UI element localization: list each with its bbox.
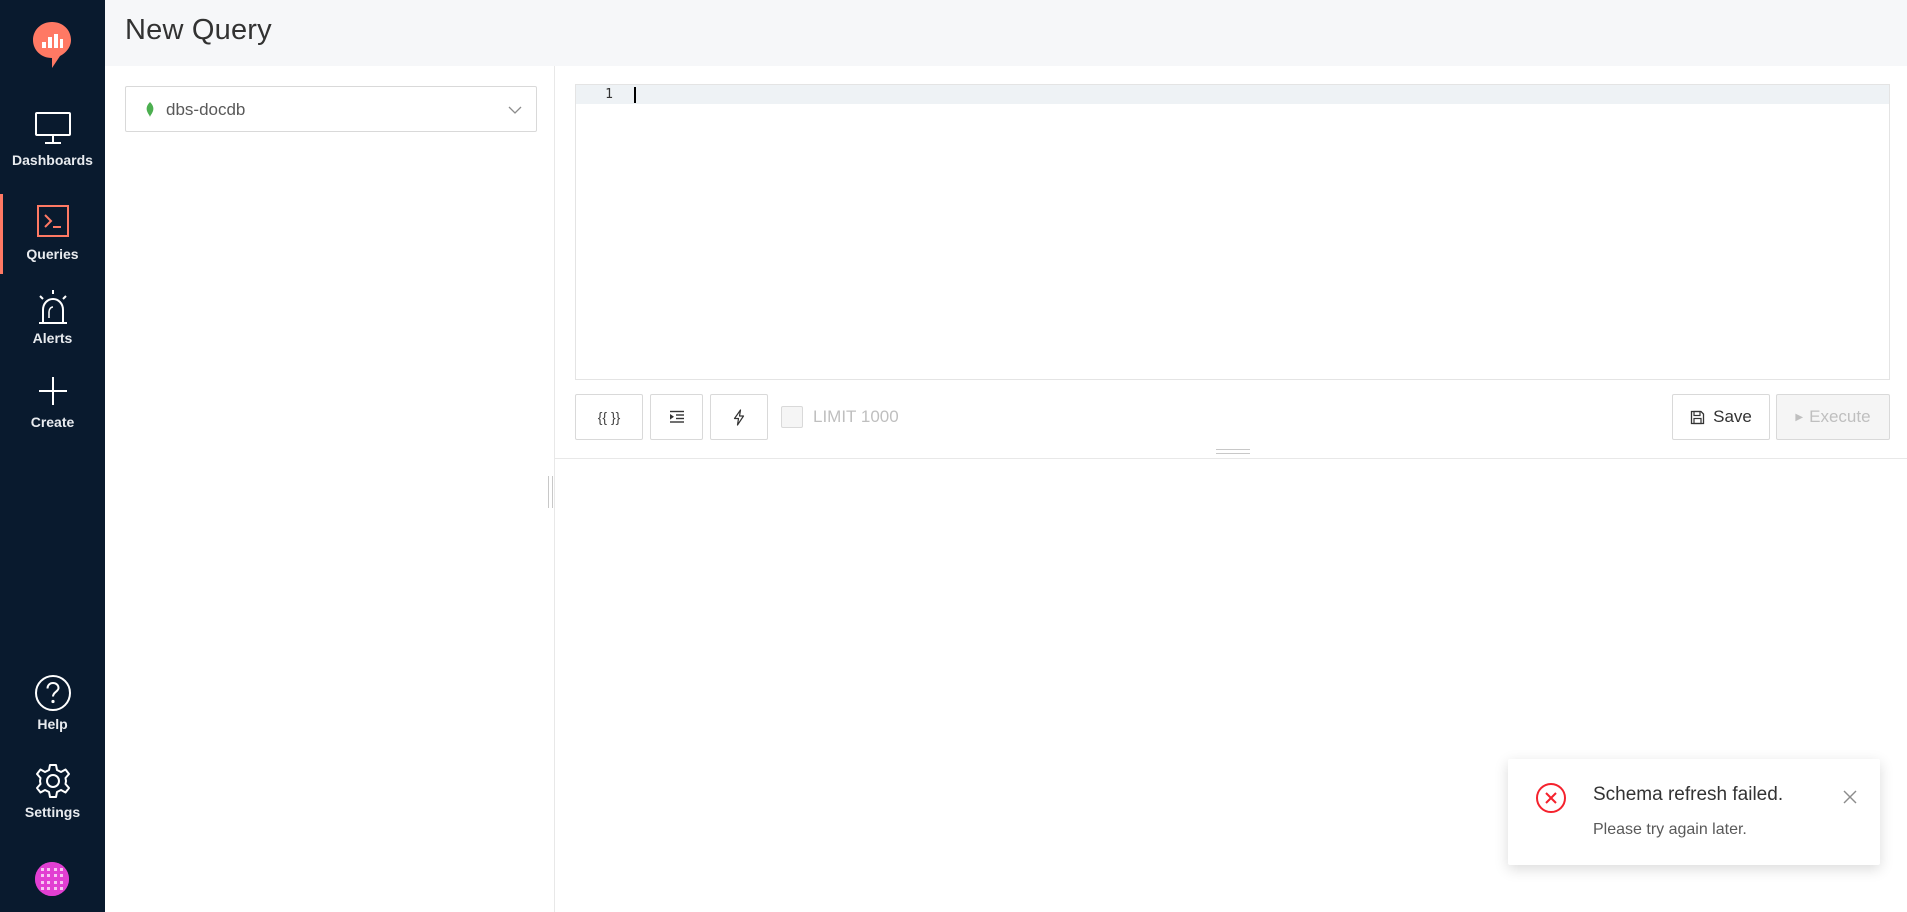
- question-icon: [34, 675, 71, 711]
- sidebar-item-queries[interactable]: Queries: [0, 194, 105, 274]
- autocomplete-toggle-button[interactable]: [710, 394, 768, 440]
- notification-description: Please try again later.: [1593, 821, 1747, 838]
- sidebar: Dashboards Queries Alerts Create Help Se…: [0, 0, 105, 912]
- siren-icon: [38, 290, 67, 324]
- notification-title: Schema refresh failed.: [1593, 784, 1784, 805]
- format-query-button[interactable]: [650, 394, 703, 440]
- terminal-icon: [36, 205, 69, 237]
- sidebar-item-label: Help: [37, 716, 68, 732]
- line-number: 1: [605, 87, 613, 102]
- error-circle-icon: [1536, 783, 1566, 813]
- sidebar-item-label: Create: [30, 414, 75, 430]
- plus-icon: [38, 377, 67, 405]
- limit-label: LIMIT 1000: [813, 407, 899, 426]
- page-header: New Query: [105, 0, 1907, 66]
- close-icon[interactable]: [1842, 789, 1858, 805]
- sidebar-item-help[interactable]: Help: [0, 674, 105, 754]
- leaf-icon: [146, 102, 154, 117]
- sidebar-item-label: Dashboards: [12, 152, 93, 168]
- save-label: Save: [1713, 407, 1752, 426]
- datasource-select[interactable]: dbs-docdb: [125, 86, 537, 132]
- add-parameter-button[interactable]: {{ }}: [575, 394, 643, 440]
- datasource-name: dbs-docdb: [166, 100, 246, 119]
- query-editor[interactable]: 1: [575, 84, 1890, 380]
- gear-icon: [35, 764, 70, 798]
- sidebar-item-settings[interactable]: Settings: [0, 762, 105, 842]
- execute-button[interactable]: ▶ Execute: [1776, 394, 1890, 440]
- sidebar-item-label: Queries: [26, 246, 79, 262]
- text-cursor: [634, 87, 636, 103]
- save-button[interactable]: Save: [1672, 394, 1770, 440]
- chevron-down-icon: [508, 106, 522, 114]
- limit-toggle[interactable]: LIMIT 1000: [781, 406, 899, 428]
- user-avatar-icon[interactable]: [35, 862, 69, 896]
- execute-label: Execute: [1809, 407, 1871, 426]
- monitor-icon: [34, 112, 71, 144]
- error-notification: Schema refresh failed. Please try again …: [1508, 759, 1880, 865]
- sidebar-item-create[interactable]: Create: [0, 374, 105, 454]
- sidebar-item-label: Alerts: [32, 330, 73, 346]
- panel-resize-handle[interactable]: [548, 476, 553, 508]
- sidebar-item-label: Settings: [24, 804, 81, 820]
- indent-icon: [669, 410, 684, 423]
- limit-checkbox[interactable]: [781, 406, 803, 428]
- lightning-icon: [733, 408, 745, 426]
- play-icon: ▶: [1795, 411, 1804, 423]
- sidebar-item-alerts[interactable]: Alerts: [0, 288, 105, 368]
- editor-resize-handle[interactable]: [1216, 449, 1250, 454]
- save-icon: [1690, 410, 1705, 424]
- schema-panel: dbs-docdb: [105, 66, 555, 912]
- page-title[interactable]: New Query: [125, 14, 272, 47]
- results-divider: [555, 458, 1907, 459]
- sidebar-item-dashboards[interactable]: Dashboards: [0, 110, 105, 190]
- redash-logo-icon[interactable]: [31, 20, 73, 70]
- active-line: 1: [576, 85, 1889, 104]
